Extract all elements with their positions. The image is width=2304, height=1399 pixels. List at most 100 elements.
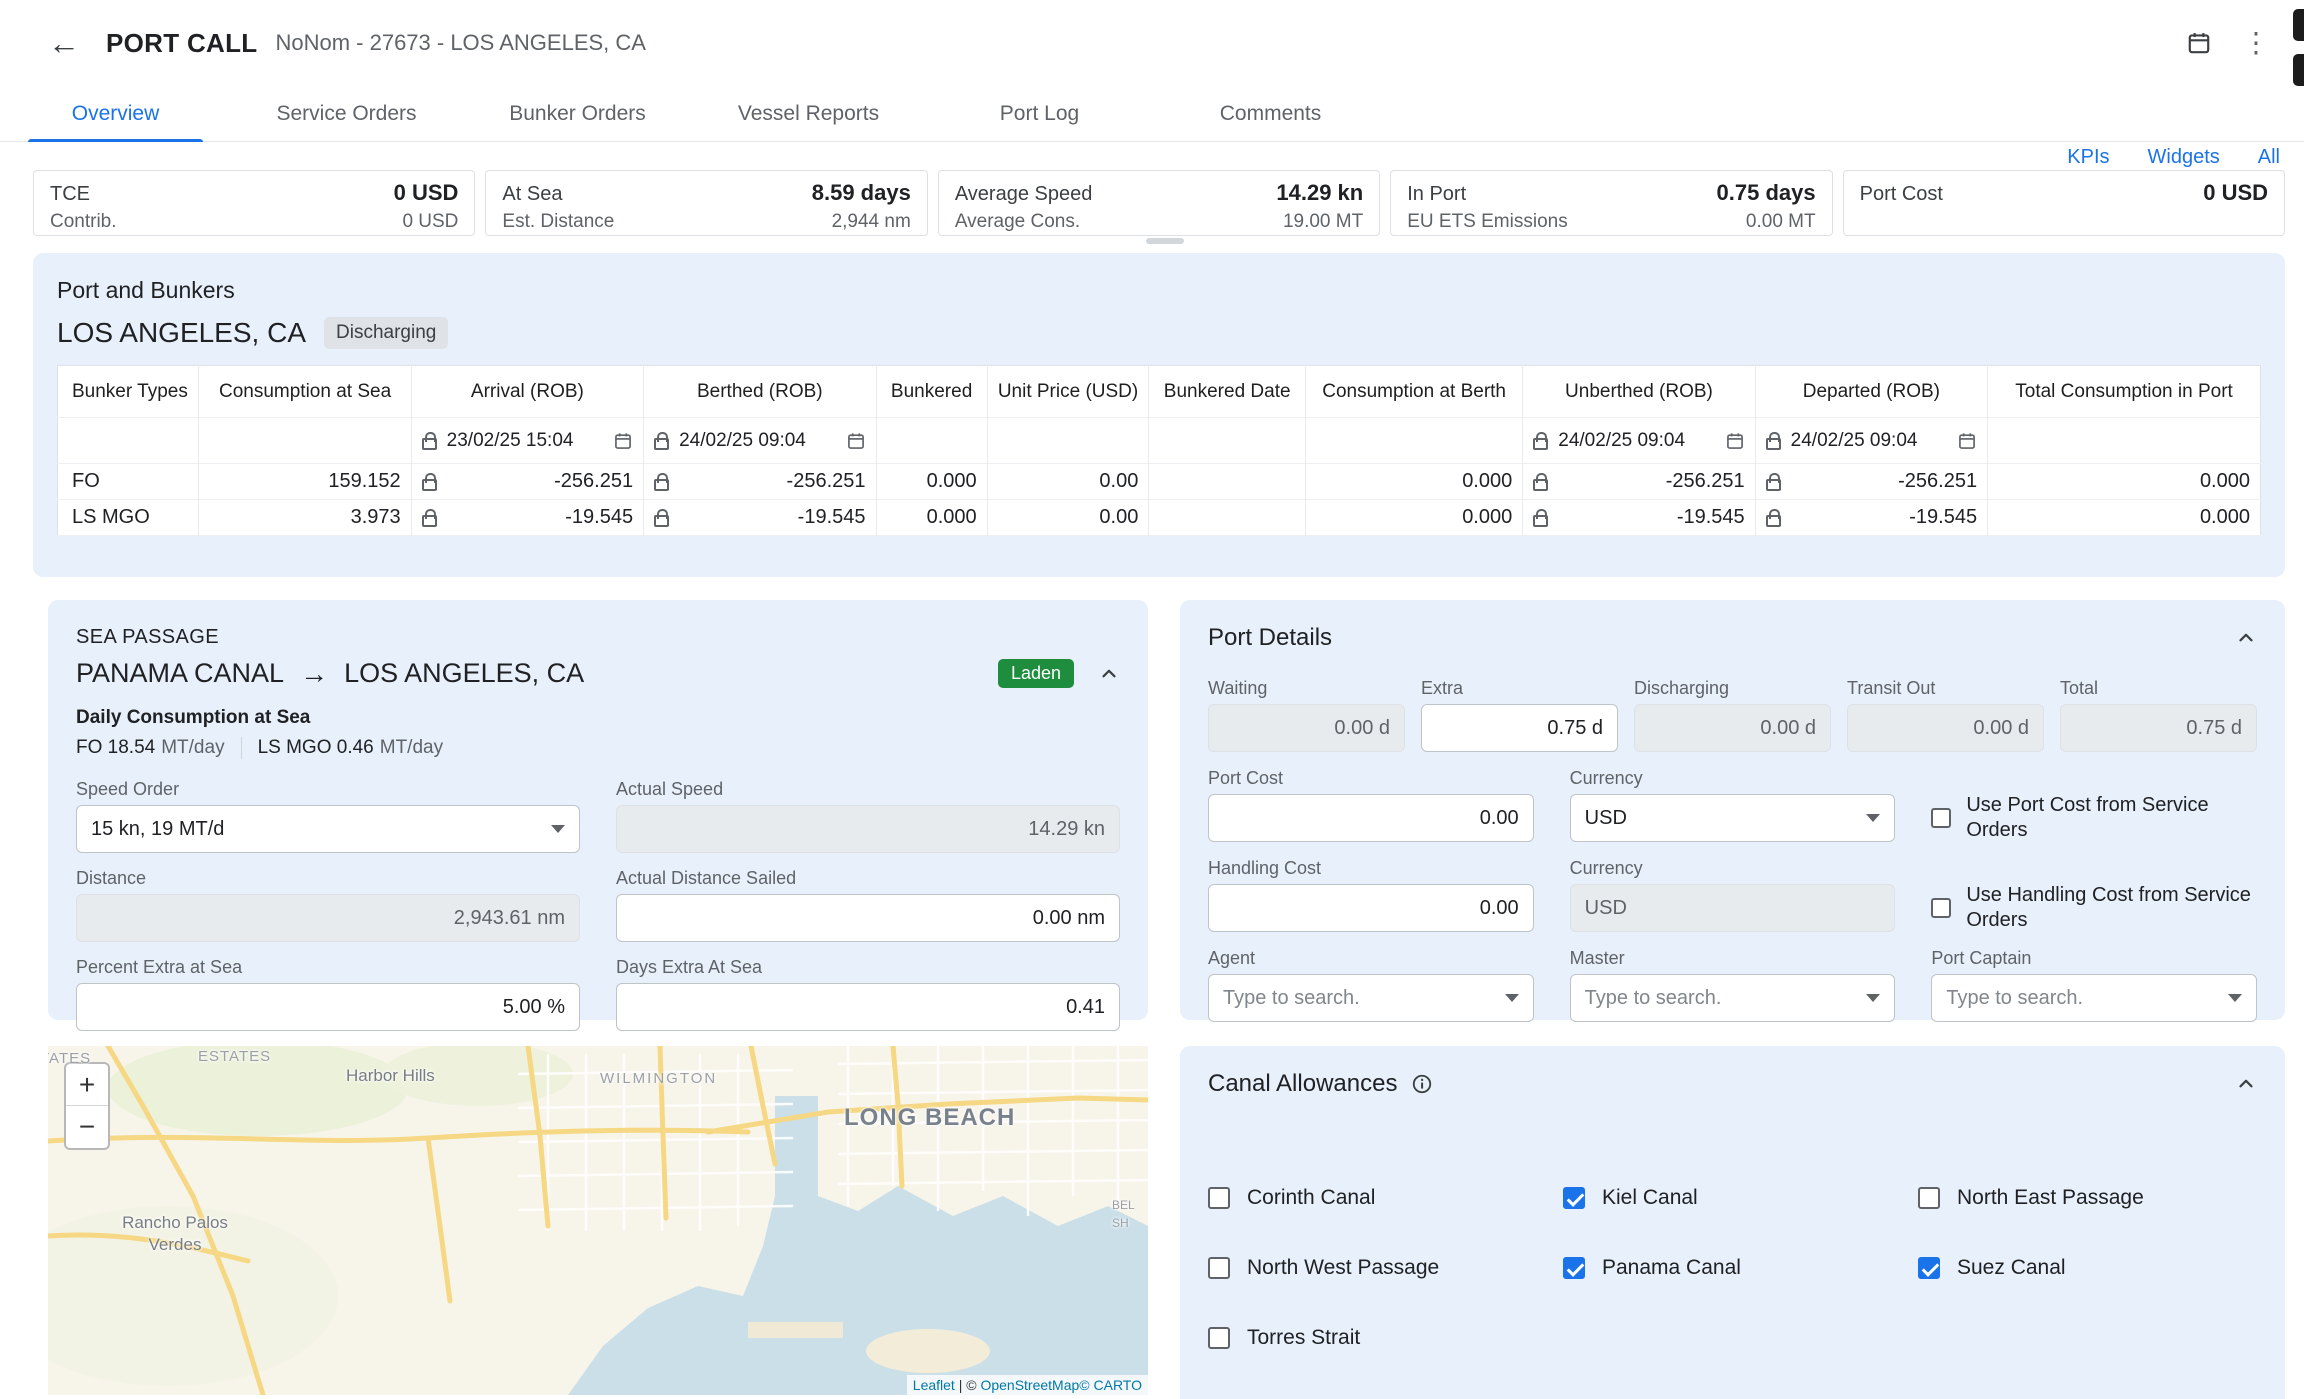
calendar-icon[interactable] — [1957, 431, 1977, 451]
tab-bunker-orders[interactable]: Bunker Orders — [462, 86, 693, 141]
port-name: LOS ANGELES, CA — [57, 317, 306, 349]
link-widgets[interactable]: Widgets — [2148, 146, 2220, 169]
col-bunker-types: Bunker Types — [58, 366, 199, 418]
calendar-icon[interactable] — [846, 431, 866, 451]
map-label: Harbor Hills — [346, 1066, 435, 1086]
calendar-icon[interactable] — [1725, 431, 1745, 451]
berthed-date-field[interactable]: 24/02/25 09:04 — [654, 418, 865, 463]
info-icon[interactable] — [1411, 1073, 1433, 1095]
actual-speed-field — [616, 805, 1120, 853]
lock-icon[interactable] — [1533, 473, 1548, 491]
header: ← PORT CALL NoNom - 27673 - LOS ANGELES,… — [0, 0, 2304, 86]
handling-cost-currency-select: USD — [1570, 884, 1896, 932]
section-title: Port and Bunkers — [57, 277, 2261, 304]
lock-icon[interactable] — [654, 432, 669, 450]
canal-option-kiel[interactable]: Kiel Canal — [1563, 1186, 1902, 1210]
lock-icon[interactable] — [1766, 432, 1781, 450]
arrival-date-field[interactable]: 23/02/25 15:04 — [422, 418, 633, 463]
collapse-chevron-icon[interactable] — [1098, 663, 1120, 685]
lock-icon[interactable] — [422, 432, 437, 450]
lock-icon[interactable] — [422, 473, 437, 491]
lock-icon[interactable] — [1766, 473, 1781, 491]
checkbox[interactable] — [1918, 1187, 1940, 1209]
chevron-down-icon — [1866, 994, 1880, 1002]
map-label: WILMINGTON — [600, 1070, 717, 1087]
table-header-row: Bunker Types Consumption at Sea Arrival … — [58, 366, 2261, 418]
osm-link[interactable]: OpenStreetMap — [980, 1377, 1079, 1393]
use-port-cost-checkbox-row[interactable]: Use Port Cost from Service Orders — [1931, 794, 2257, 842]
speed-order-select[interactable]: 15 kn, 19 MT/d — [76, 805, 580, 853]
unberthed-date-field[interactable]: 24/02/25 09:04 — [1533, 418, 1744, 463]
zoom-out-button[interactable]: − — [66, 1106, 108, 1148]
browser-edge-tab[interactable] — [2293, 54, 2304, 86]
tab-comments[interactable]: Comments — [1155, 86, 1386, 141]
lock-icon[interactable] — [654, 509, 669, 527]
tab-overview[interactable]: Overview — [0, 86, 231, 141]
canal-option-north-east-passage[interactable]: North East Passage — [1918, 1186, 2257, 1210]
use-port-cost-checkbox[interactable] — [1931, 808, 1951, 828]
tab-vessel-reports[interactable]: Vessel Reports — [693, 86, 924, 141]
tab-service-orders[interactable]: Service Orders — [231, 86, 462, 141]
checkbox[interactable] — [1918, 1257, 1940, 1279]
col-unit-price: Unit Price (USD) — [987, 366, 1149, 418]
lock-icon[interactable] — [1533, 432, 1548, 450]
table-dates-row: 23/02/25 15:04 24/02/25 09:04 24/02/25 0… — [58, 418, 2261, 464]
leaflet-link[interactable]: Leaflet — [913, 1377, 955, 1393]
departed-date-field[interactable]: 24/02/25 09:04 — [1766, 418, 1977, 463]
carto-link[interactable]: © CARTO — [1079, 1377, 1142, 1393]
kpi-card-at-sea: At Sea8.59 days Est. Distance2,944 nm — [485, 170, 927, 236]
checkbox[interactable] — [1208, 1257, 1230, 1279]
canal-option-corinth[interactable]: Corinth Canal — [1208, 1186, 1547, 1210]
agent-search-select[interactable]: Type to search. — [1208, 974, 1534, 1022]
handling-cost-field[interactable] — [1208, 884, 1534, 932]
canal-option-north-west-passage[interactable]: North West Passage — [1208, 1256, 1547, 1280]
use-handling-cost-checkbox[interactable] — [1931, 898, 1951, 918]
tab-port-log[interactable]: Port Log — [924, 86, 1155, 141]
link-all[interactable]: All — [2258, 146, 2280, 169]
origin-port: PANAMA CANAL — [76, 658, 284, 689]
table-row-fo: FO 159.152 -256.251 -256.251 0.000 0.00 … — [58, 464, 2261, 500]
back-button[interactable]: ← — [48, 27, 80, 59]
waiting-field — [1208, 704, 1405, 752]
col-consumption-at-berth: Consumption at Berth — [1305, 366, 1522, 418]
checkbox[interactable] — [1563, 1187, 1585, 1209]
port-captain-search-select[interactable]: Type to search. — [1931, 974, 2257, 1022]
lock-icon[interactable] — [1766, 509, 1781, 527]
master-search-select[interactable]: Type to search. — [1570, 974, 1896, 1022]
collapse-chevron-icon[interactable] — [2235, 1073, 2257, 1095]
calendar-icon[interactable] — [613, 431, 633, 451]
use-handling-cost-checkbox-row[interactable]: Use Handling Cost from Service Orders — [1931, 884, 2257, 932]
status-badge: Discharging — [324, 317, 448, 349]
lock-icon[interactable] — [1533, 509, 1548, 527]
tab-bar: Overview Service Orders Bunker Orders Ve… — [0, 86, 2304, 142]
port-cost-field[interactable] — [1208, 794, 1534, 842]
map-label: ESTATES — [198, 1048, 271, 1065]
canal-option-torres[interactable]: Torres Strait — [1208, 1326, 1547, 1350]
actual-distance-sailed-field[interactable] — [616, 894, 1120, 942]
laden-badge: Laden — [998, 659, 1074, 688]
extra-field[interactable] — [1421, 704, 1618, 752]
zoom-in-button[interactable]: + — [66, 1064, 108, 1106]
route-map[interactable]: + − ESTATES ESTATES Harbor Hills WILMING… — [48, 1046, 1148, 1395]
chevron-down-icon — [1866, 814, 1880, 822]
calendar-icon[interactable] — [2186, 30, 2212, 56]
col-bunkered-date: Bunkered Date — [1149, 366, 1306, 418]
canal-option-suez[interactable]: Suez Canal — [1918, 1256, 2257, 1280]
lock-icon[interactable] — [422, 509, 437, 527]
checkbox[interactable] — [1208, 1327, 1230, 1349]
checkbox[interactable] — [1563, 1257, 1585, 1279]
browser-edge-tab[interactable] — [2293, 9, 2304, 41]
lock-icon[interactable] — [654, 473, 669, 491]
days-extra-at-sea-field[interactable] — [616, 983, 1120, 1031]
collapse-chevron-icon[interactable] — [2235, 627, 2257, 649]
port-cost-currency-select[interactable]: USD — [1570, 794, 1896, 842]
checkbox[interactable] — [1208, 1187, 1230, 1209]
percent-extra-at-sea-field[interactable] — [76, 983, 580, 1031]
panel-drag-handle[interactable] — [1146, 238, 1184, 244]
destination-port: LOS ANGELES, CA — [344, 658, 584, 689]
chevron-down-icon — [1505, 994, 1519, 1002]
more-menu-icon[interactable]: ⋮ — [2242, 29, 2270, 57]
col-bunkered: Bunkered — [876, 366, 987, 418]
link-kpis[interactable]: KPIs — [2067, 146, 2109, 169]
canal-option-panama[interactable]: Panama Canal — [1563, 1256, 1902, 1280]
